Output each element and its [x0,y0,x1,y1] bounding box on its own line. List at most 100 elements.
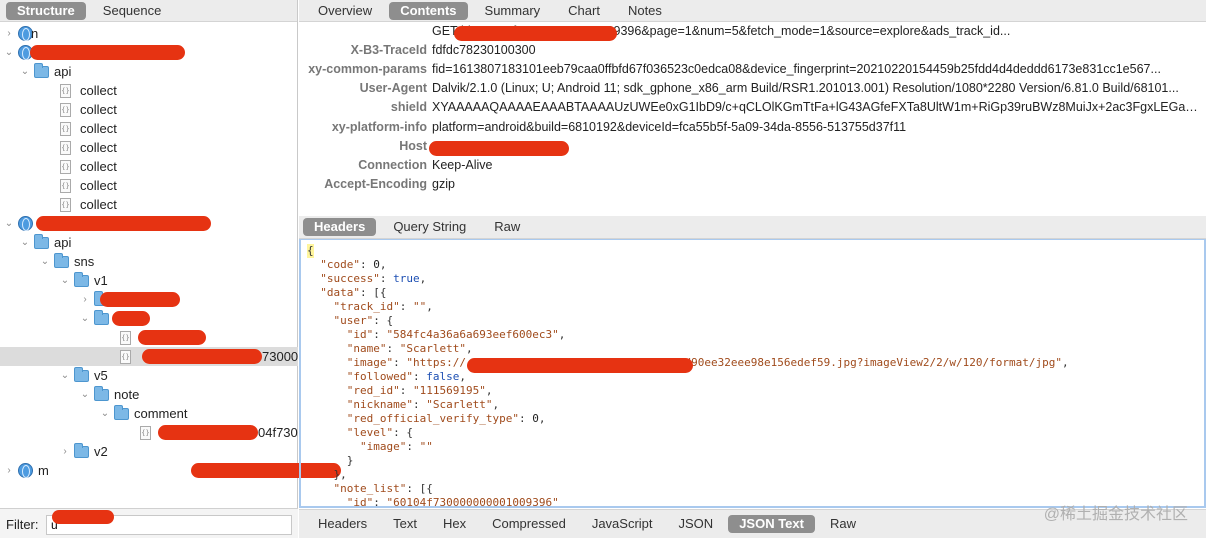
json-line: "level": { [307,426,1204,440]
tree-item[interactable]: {} collect [0,119,298,138]
tab-notes[interactable]: Notes [617,2,673,20]
json-line: "red_id": "111569195", [307,384,1204,398]
left-tabbar: Structure Sequence [0,0,297,22]
tree-item-label: collect [80,83,117,98]
tab-compressed[interactable]: Compressed [481,515,577,533]
json-token: { [307,244,314,257]
json-token: : [373,496,387,508]
tab-req-raw[interactable]: Raw [483,218,531,236]
tree-item[interactable]: ⌄ v1 [0,271,298,290]
tree-item[interactable]: ⌄ [0,309,298,328]
tab-query-string[interactable]: Query String [382,218,477,236]
tree-item[interactable]: ⌄ sns [0,252,298,271]
tree-item[interactable]: {} collect [0,100,298,119]
json-line: }, [307,468,1204,482]
header-row[interactable]: Accept-Encoding gzip [299,175,1206,194]
header-key: Connection [358,157,427,172]
json-line: "nickname": "Scarlett", [307,398,1204,412]
file-icon: {} [60,141,71,155]
tree-item-label: comment [134,406,188,421]
tab-chart[interactable]: Chart [557,2,611,20]
header-row[interactable]: xy-platform-info platform=android&build=6… [299,118,1206,137]
tree-item[interactable]: ⌄ v5 [0,366,298,385]
disclosure-collapsed-icon[interactable]: › [4,461,14,480]
tree-item[interactable]: ⌄ [0,214,298,233]
tab-structure[interactable]: Structure [6,1,86,20]
json-token: : [{ [406,482,433,495]
charles-proxy-window: Structure Sequence › n ⌄ ⌄ api{} collect{} col… [0,0,1206,538]
header-row[interactable]: X-B3-TraceId fdfdc78230100300 [299,41,1206,60]
tab-req-headers[interactable]: Headers [303,218,377,236]
tab-sequence[interactable]: Sequence [92,2,173,20]
redaction [100,292,180,307]
tab-text[interactable]: Text [382,515,428,533]
disclosure-expanded-icon[interactable]: ⌄ [60,271,70,290]
json-token: true [393,272,420,285]
tree-item[interactable]: {} collect [0,157,298,176]
tree-item[interactable]: › v2 [0,442,298,461]
header-row[interactable]: shield XYAAAAAQAAAAEAAABTAAAAUzUWEe0xG1Ib… [299,98,1206,117]
tree-item-label: collect [80,102,117,117]
disclosure-expanded-icon[interactable]: ⌄ [80,385,90,404]
tab-hex[interactable]: Hex [432,515,477,533]
tree-item[interactable]: {} collect [0,176,298,195]
tree-item-label: sns [74,254,95,269]
disclosure-collapsed-icon[interactable]: › [80,290,90,309]
redaction [36,216,211,231]
redaction [454,26,617,41]
tree-item[interactable]: ⌄ api [0,62,298,81]
disclosure-expanded-icon[interactable]: ⌄ [4,214,14,233]
json-line: { [307,244,314,258]
tab-res-raw[interactable]: Raw [819,515,867,533]
disclosure-expanded-icon[interactable]: ⌄ [20,62,30,81]
folder-icon [74,272,89,287]
tree-item[interactable]: ⌄ comment [0,404,298,423]
tree-item[interactable]: {} collect [0,138,298,157]
tree-item[interactable]: › m [0,461,341,480]
tab-summary[interactable]: Summary [474,2,552,20]
tab-json-text[interactable]: JSON Text [728,515,815,533]
tab-javascript[interactable]: JavaScript [581,515,664,533]
header-key: X-B3-TraceId [350,43,427,58]
disclosure-expanded-icon[interactable]: ⌄ [80,309,90,328]
tree-item[interactable]: ⌄ note [0,385,298,404]
json-token: , [485,384,493,397]
tree-item-label: v2 [94,444,108,459]
tree-item[interactable]: {} collect [0,81,298,100]
json-line: "image": "https:// 5fd90ee32eee98e156ede… [307,356,1204,370]
tab-overview[interactable]: Overview [307,2,383,20]
tree-item-label: collect [80,121,117,136]
disclosure-expanded-icon[interactable]: ⌄ [20,233,30,252]
disclosure-expanded-icon[interactable]: ⌄ [40,252,50,271]
tree-item[interactable]: ⌄ api [0,233,298,252]
json-line: "user": { [307,314,1204,328]
tab-contents[interactable]: Contents [389,1,468,20]
header-row[interactable]: Connection Keep-Alive [299,156,1206,175]
tree-item[interactable]: {} 73000 [0,347,298,366]
disclosure-collapsed-icon[interactable]: › [60,442,70,461]
json-token: "Scarlett" [399,342,466,355]
disclosure-expanded-icon[interactable]: ⌄ [60,366,70,385]
tab-res-headers[interactable]: Headers [307,515,378,533]
tree-item[interactable]: {} collect [0,195,298,214]
json-text-view[interactable]: { "code": 0, "success": true, "data": [{… [299,239,1206,508]
header-row[interactable]: User-Agent Dalvik/2.1.0 (Linux; U; Androi… [299,79,1206,98]
tree-item[interactable]: ⌄ [0,43,298,62]
tree-item[interactable]: › [0,290,298,309]
disclosure-expanded-icon[interactable]: ⌄ [100,404,110,423]
tab-json[interactable]: JSON [668,515,725,533]
disclosure-collapsed-icon[interactable]: › [4,24,14,43]
json-token: : [399,384,413,397]
header-row[interactable]: xy-common-params fid=1613807183101eeb79ca… [299,60,1206,79]
right-tabbar: Overview Contents Summary Chart Notes [299,0,1206,22]
tree-item[interactable]: {} 04f730 [0,423,298,442]
tree-item[interactable]: {}auto_read [0,328,298,347]
disclosure-expanded-icon[interactable]: ⌄ [4,43,14,62]
tree-item[interactable]: › n [0,24,298,43]
redaction [467,358,693,373]
header-row[interactable]: GET id=60104f730000000001009396&page=1&n… [299,22,1206,41]
folder-icon [94,386,109,401]
